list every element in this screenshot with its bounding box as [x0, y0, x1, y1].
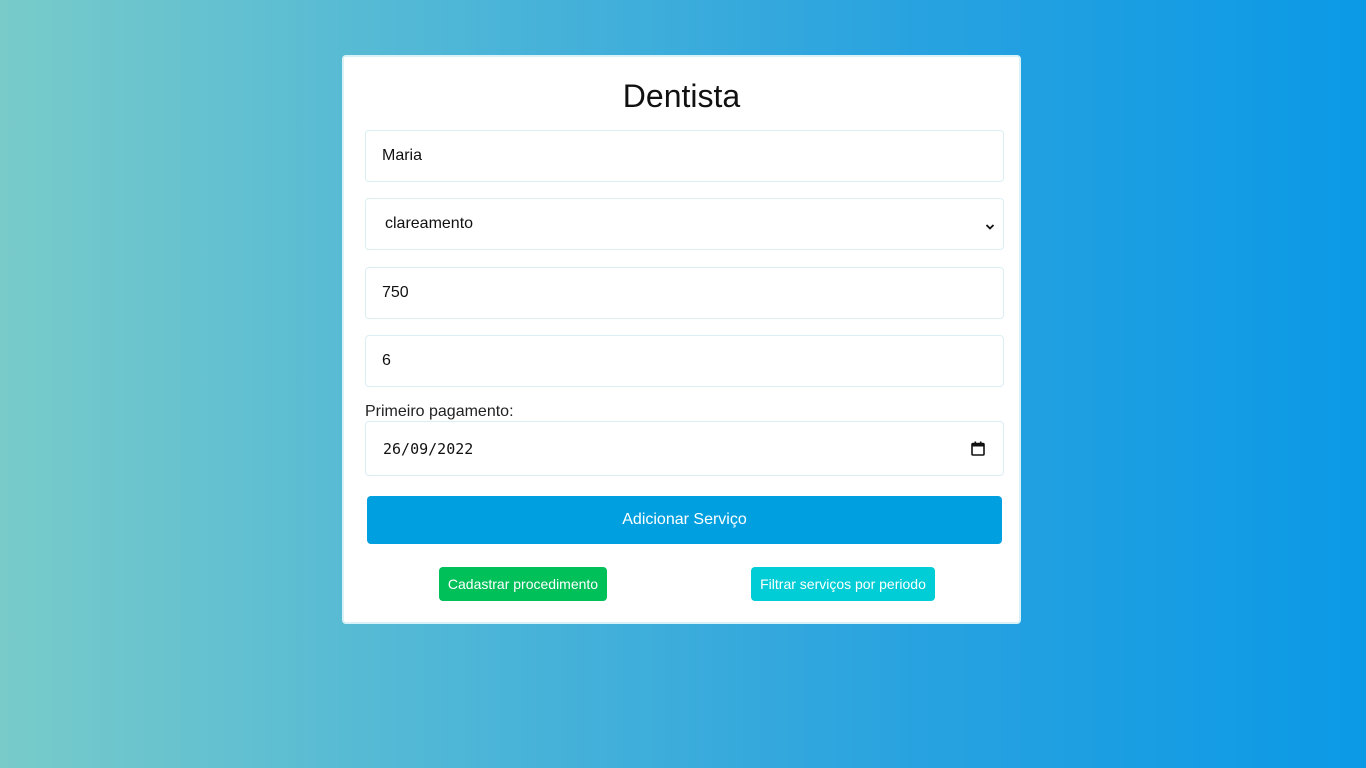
- value-input[interactable]: 750: [365, 267, 1004, 319]
- value-input-value: 750: [382, 284, 409, 301]
- first-payment-label: Primeiro pagamento:: [365, 403, 514, 420]
- first-payment-date-input[interactable]: 26/09/2022: [365, 421, 1004, 476]
- procedure-select[interactable]: clareamento: [365, 198, 1004, 250]
- procedure-select-value: clareamento: [385, 215, 474, 232]
- name-input-value: Maria: [382, 147, 423, 164]
- register-procedure-button[interactable]: Cadastrar procedimento: [439, 567, 607, 601]
- installments-input[interactable]: 6: [365, 335, 1004, 387]
- page-title: Dentista: [622, 78, 741, 114]
- filter-services-button[interactable]: Filtrar serviços por periodo: [751, 567, 935, 601]
- add-service-button[interactable]: Adicionar Serviço: [367, 496, 1002, 544]
- name-input[interactable]: Maria: [365, 130, 1004, 182]
- calendar-icon[interactable]: [971, 441, 985, 456]
- chevron-down-icon: [985, 219, 995, 230]
- installments-input-value: 6: [382, 352, 391, 369]
- service-form-card: Dentista Maria clareamento 750 6 Primeir…: [342, 55, 1021, 624]
- first-payment-date-value: 26/09/2022: [383, 439, 474, 458]
